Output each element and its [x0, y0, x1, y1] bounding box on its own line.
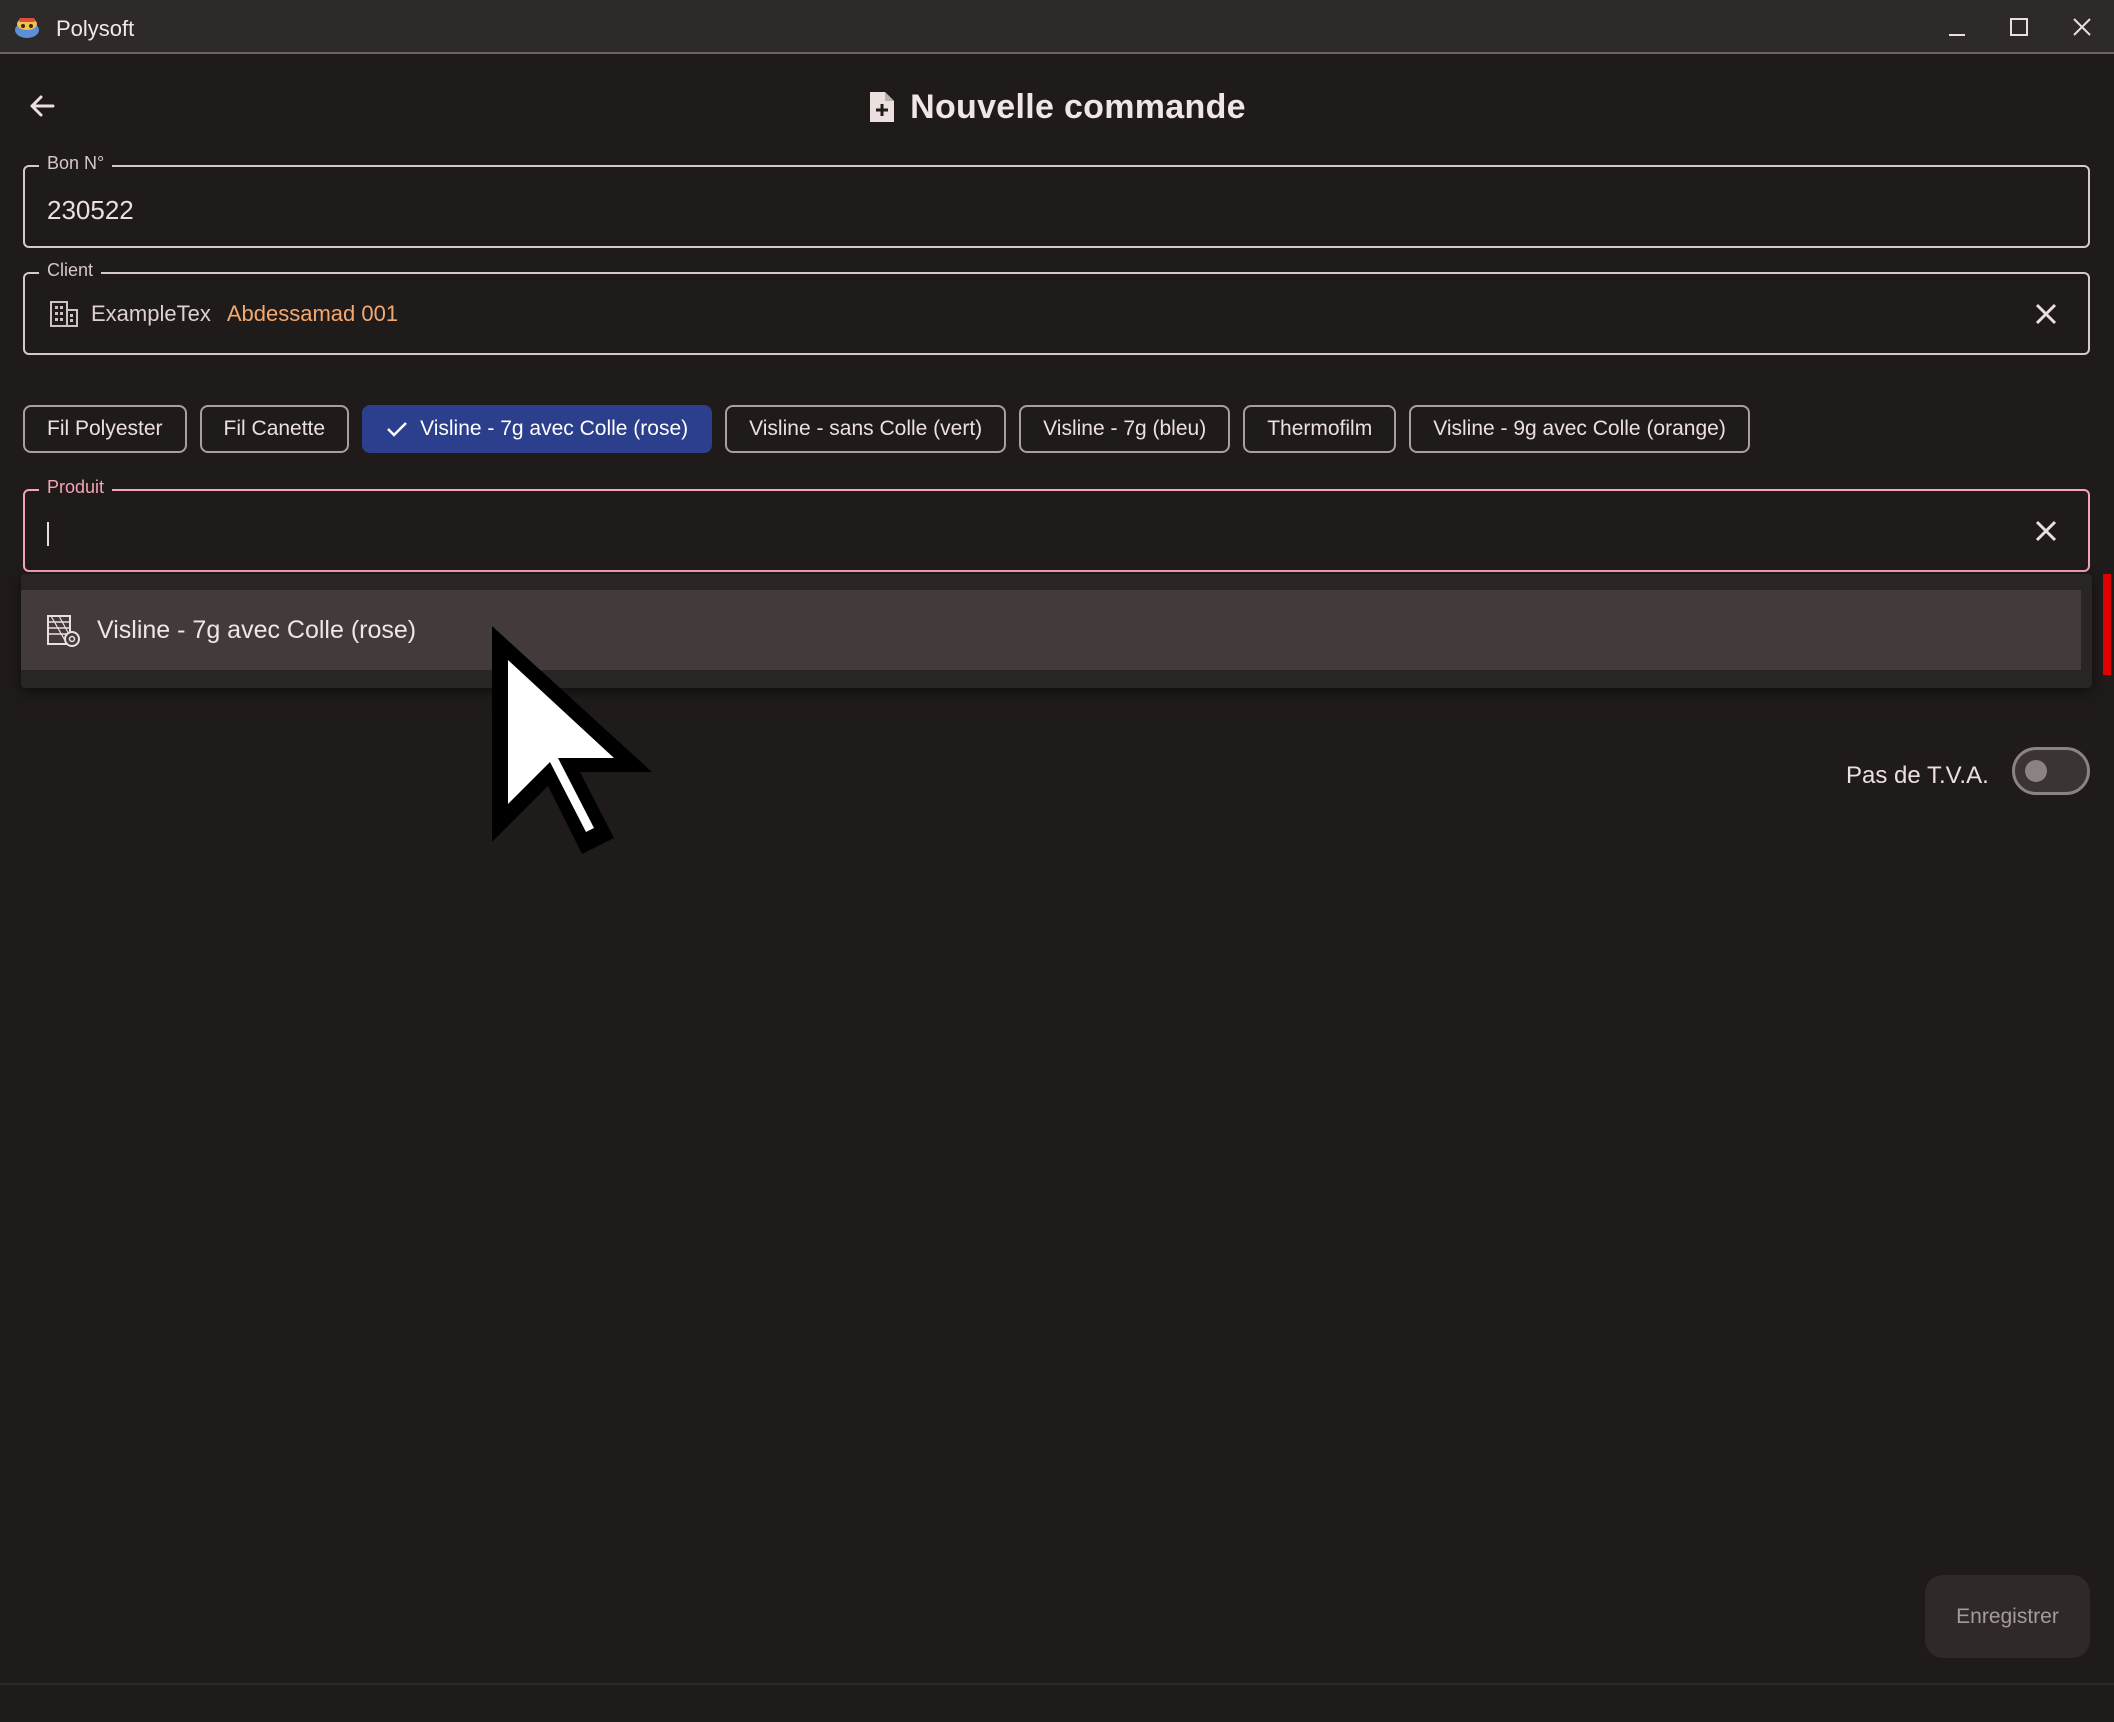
- chip-label: Fil Canette: [223, 417, 326, 440]
- client-name: ExampleTex: [91, 301, 211, 326]
- building-icon: [50, 301, 78, 327]
- chip-fil-canette[interactable]: Fil Canette: [199, 405, 350, 453]
- close-window-button[interactable]: [2062, 8, 2102, 46]
- product-category-chips: Fil Polyester Fil Canette Visline - 7g a…: [23, 405, 1750, 453]
- toggle-knob: [2025, 760, 2047, 782]
- client-code: Abdessamad 001: [226, 301, 399, 326]
- produit-dropdown: Visline - 7g avec Colle (rose): [21, 574, 2111, 688]
- mouse-cursor-icon: [492, 626, 652, 854]
- chip-fil-polyester[interactable]: Fil Polyester: [23, 405, 187, 453]
- bon-number-label: Bon N°: [39, 153, 113, 174]
- fabric-roll-icon: [47, 615, 80, 647]
- chip-visline-sans-colle-vert[interactable]: Visline - sans Colle (vert): [725, 405, 1007, 453]
- dropdown-option[interactable]: Visline - 7g avec Colle (rose): [21, 590, 2081, 670]
- arrow-left-icon: [30, 95, 55, 117]
- app-logo-icon: [15, 18, 39, 38]
- client-clear-button[interactable]: [2026, 294, 2066, 334]
- new-document-icon: [870, 92, 895, 122]
- produit-field[interactable]: Produit: [23, 477, 2090, 572]
- dropdown-scrollbar[interactable]: [2103, 574, 2111, 675]
- tva-toggle[interactable]: [2012, 747, 2090, 795]
- client-field[interactable]: Client ExampleTex Abdessamad 001: [23, 260, 2090, 355]
- chip-thermofilm[interactable]: Thermofilm: [1243, 405, 1397, 453]
- produit-label: Produit: [39, 477, 113, 498]
- close-icon: [2035, 303, 2057, 325]
- text-caret: [47, 522, 49, 546]
- maximize-button[interactable]: [1999, 8, 2039, 46]
- save-button[interactable]: Enregistrer: [1925, 1575, 2090, 1658]
- chip-label: Visline - 9g avec Colle (orange): [1433, 417, 1726, 440]
- save-button-label: Enregistrer: [1956, 1604, 2059, 1628]
- chip-visline-7g-colle-rose[interactable]: Visline - 7g avec Colle (rose): [362, 405, 713, 453]
- close-icon: [2035, 520, 2057, 542]
- minimize-icon: [1949, 34, 1965, 36]
- chip-label: Visline - 7g avec Colle (rose): [420, 417, 689, 440]
- page-title: Nouvelle commande: [910, 87, 1246, 126]
- chip-label: Visline - sans Colle (vert): [749, 417, 983, 440]
- chip-label: Thermofilm: [1267, 417, 1373, 440]
- close-icon: [2073, 18, 2091, 36]
- dropdown-option-label: Visline - 7g avec Colle (rose): [97, 615, 417, 644]
- chip-visline-7g-bleu[interactable]: Visline - 7g (bleu): [1019, 405, 1231, 453]
- bon-number-field[interactable]: Bon N° 230522: [23, 153, 2090, 248]
- bottom-divider: [0, 1683, 2114, 1685]
- back-button[interactable]: [22, 86, 62, 126]
- tva-label: Pas de T.V.A.: [1846, 762, 1989, 789]
- bon-number-value[interactable]: 230522: [47, 195, 134, 226]
- produit-clear-button[interactable]: [2026, 511, 2066, 551]
- chip-visline-9g-colle-orange[interactable]: Visline - 9g avec Colle (orange): [1409, 405, 1750, 453]
- chip-label: Visline - 7g (bleu): [1043, 417, 1207, 440]
- maximize-icon: [2010, 18, 2028, 36]
- minimize-button[interactable]: [1937, 8, 1977, 46]
- window-titlebar: Polysoft: [0, 0, 2114, 54]
- check-icon: [387, 422, 407, 437]
- page-header: Nouvelle commande: [0, 82, 2114, 132]
- client-label: Client: [39, 260, 102, 281]
- client-selection: ExampleTex Abdessamad 001: [49, 300, 398, 328]
- window-title: Polysoft: [56, 16, 135, 41]
- chip-label: Fil Polyester: [47, 417, 163, 440]
